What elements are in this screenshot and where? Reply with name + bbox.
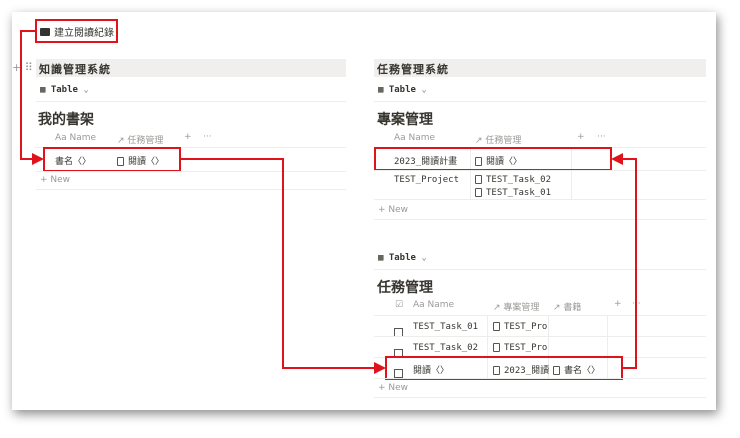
connector-book-to-task — [181, 158, 386, 374]
connector-link-to-book — [20, 30, 44, 165]
connector-task-to-project — [611, 153, 637, 369]
relation-connector-arrows — [20, 30, 637, 374]
